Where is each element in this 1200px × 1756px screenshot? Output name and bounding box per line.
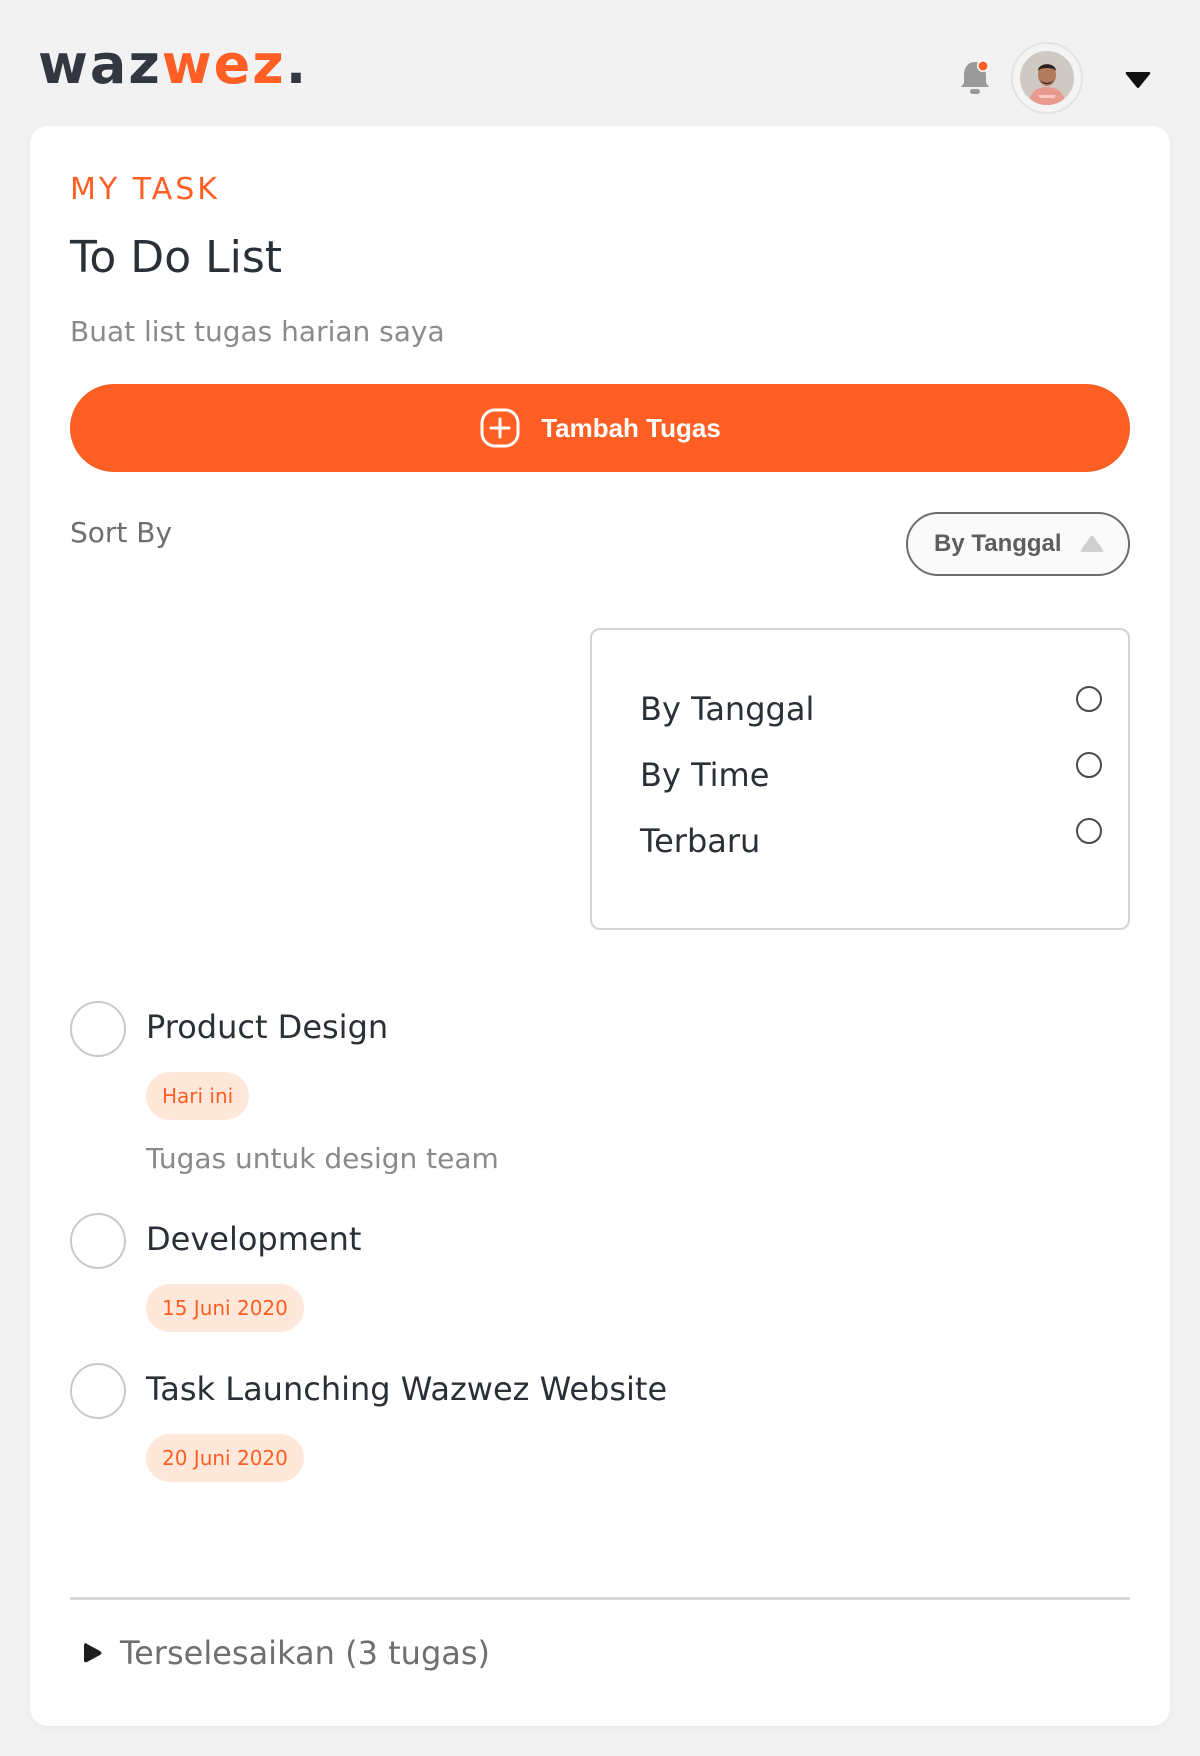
page-subtitle: Buat list tugas harian saya <box>70 315 445 348</box>
sort-option-label: Terbaru <box>640 822 761 860</box>
task-checkbox[interactable] <box>70 1363 126 1419</box>
add-task-button[interactable]: Tambah Tugas <box>70 384 1130 472</box>
completed-tasks-label: Terselesaikan (3 tugas) <box>120 1634 491 1672</box>
task-date-badge: Hari ini <box>146 1072 250 1120</box>
radio-button[interactable] <box>1076 818 1102 844</box>
sort-selected-value: By Tanggal <box>934 530 1062 557</box>
bell-icon[interactable] <box>958 58 992 98</box>
sort-label: Sort By <box>70 516 173 549</box>
sort-select[interactable]: By Tanggal <box>906 512 1130 576</box>
chevron-up-icon <box>1078 532 1106 556</box>
caret-down-icon[interactable] <box>1124 68 1152 90</box>
user-avatar[interactable] <box>1011 42 1083 114</box>
plus-circle-icon <box>479 407 521 449</box>
task-checkbox[interactable] <box>70 1001 126 1057</box>
sort-option-label: By Tanggal <box>640 690 815 728</box>
task-checkbox[interactable] <box>70 1213 126 1269</box>
divider <box>70 1597 1130 1600</box>
page-title: To Do List <box>70 232 283 283</box>
sort-option-by-tanggal[interactable]: By Tanggal <box>592 680 1128 740</box>
play-triangle-icon <box>82 1640 104 1666</box>
add-task-label: Tambah Tugas <box>541 412 721 443</box>
app-header: wazwez. <box>0 0 1200 126</box>
task-description: Tugas untuk design team <box>146 1142 499 1175</box>
task-title[interactable]: Product Design <box>146 1008 388 1046</box>
completed-tasks-toggle[interactable]: Terselesaikan (3 tugas) <box>82 1634 490 1672</box>
radio-button[interactable] <box>1076 752 1102 778</box>
sort-dropdown: By Tanggal By Time Terbaru <box>590 628 1130 930</box>
wazwez-logo[interactable]: wazwez. <box>38 38 308 92</box>
sort-option-label: By Time <box>640 756 770 794</box>
logo-part-2: wez <box>161 33 286 96</box>
section-eyebrow: MY TASK <box>70 172 220 207</box>
task-title[interactable]: Task Launching Wazwez Website <box>146 1370 667 1408</box>
logo-part-1: waz <box>38 33 162 96</box>
task-title[interactable]: Development <box>146 1220 361 1258</box>
task-date-badge: 20 Juni 2020 <box>146 1434 304 1482</box>
task-date-badge: 15 Juni 2020 <box>146 1284 304 1332</box>
sort-option-terbaru[interactable]: Terbaru <box>592 812 1128 872</box>
sort-option-by-time[interactable]: By Time <box>592 746 1128 806</box>
logo-part-3: . <box>285 33 309 96</box>
radio-button[interactable] <box>1076 686 1102 712</box>
